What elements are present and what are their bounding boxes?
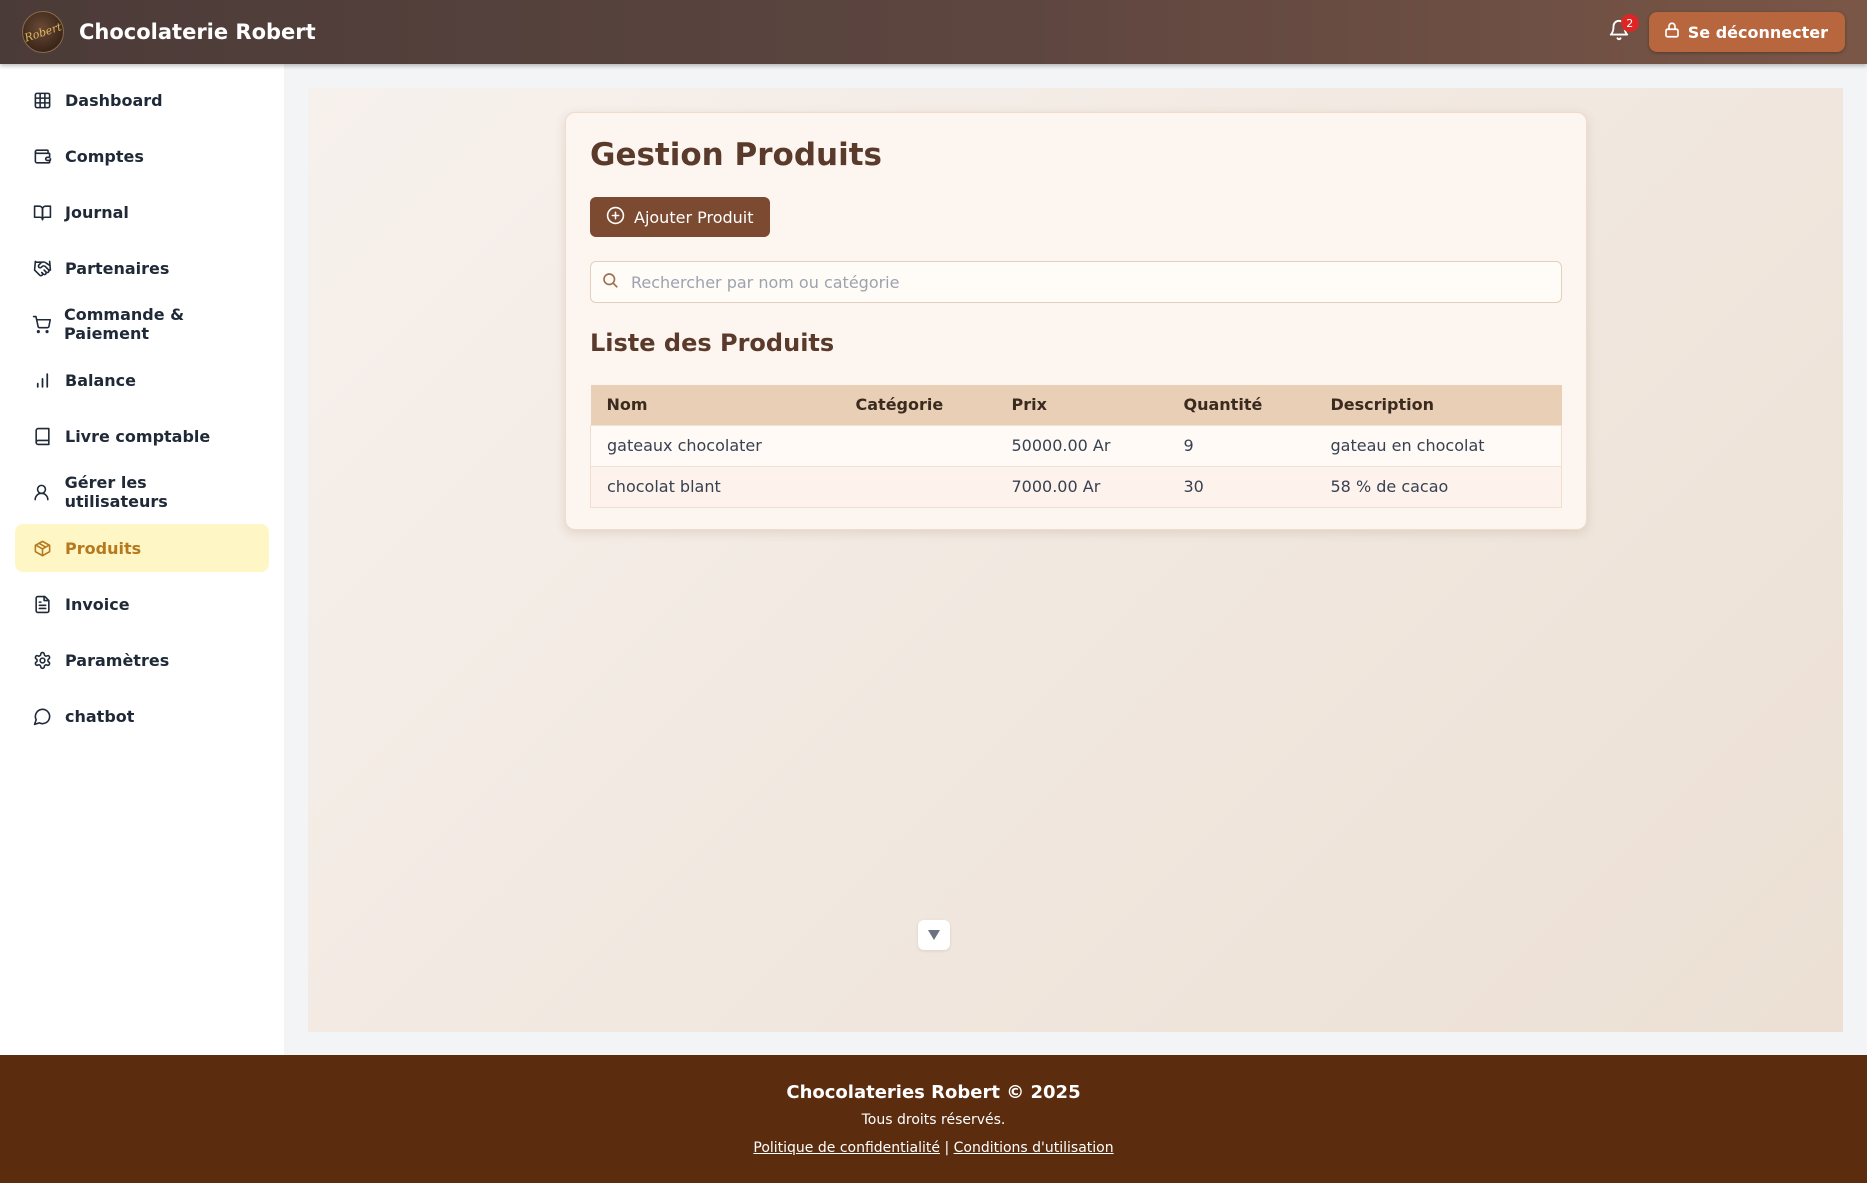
- sidebar-item-invoice[interactable]: Invoice: [15, 580, 269, 628]
- chevron-down-icon: [927, 926, 941, 945]
- sidebar-item-utilisateurs[interactable]: Gérer les utilisateurs: [15, 468, 269, 516]
- grid-icon: [32, 90, 52, 110]
- sidebar-item-commande-paiement[interactable]: Commande & Paiement: [15, 300, 269, 348]
- sidebar-item-comptes[interactable]: Comptes: [15, 132, 269, 180]
- book-open-icon: [32, 202, 52, 222]
- user-icon: [32, 482, 52, 502]
- footer-title: Chocolateries Robert © 2025: [786, 1082, 1081, 1103]
- add-product-button[interactable]: Ajouter Produit: [590, 197, 770, 237]
- sidebar-item-label: Commande & Paiement: [64, 305, 185, 343]
- products-table: Nom Catégorie Prix Quantité Description …: [590, 385, 1562, 508]
- footer-links: Politique de confidentialité | Condition…: [0, 1139, 1867, 1157]
- sidebar-item-label: Paramètres: [65, 650, 170, 670]
- sidebar-item-journal[interactable]: Journal: [15, 188, 269, 236]
- book-icon: [32, 426, 52, 446]
- column-header-quantite[interactable]: Quantité: [1168, 385, 1315, 425]
- cell-prix: 7000.00 Ar: [995, 465, 1168, 507]
- brand-logo[interactable]: Robert: [22, 11, 64, 53]
- sidebar-item-livre-comptable[interactable]: Livre comptable: [15, 412, 269, 460]
- sidebar-item-label: Balance: [65, 370, 136, 390]
- sidebar-item-label: Invoice: [65, 594, 130, 614]
- sidebar-item-partenaires[interactable]: Partenaires: [15, 244, 269, 292]
- footer-rights: Tous droits réservés.: [861, 1112, 1006, 1128]
- file-text-icon: [32, 594, 52, 614]
- bar-chart-icon: [32, 370, 52, 390]
- plus-circle-icon: [606, 206, 625, 229]
- cell-quantite: 30: [1167, 465, 1315, 507]
- sidebar-item-chatbot[interactable]: chatbot: [15, 692, 269, 740]
- logout-label: Se déconnecter: [1687, 22, 1828, 42]
- table-row[interactable]: gateaux chocolater 50000.00 Ar 9 gateau …: [590, 424, 1562, 466]
- sidebar-item-label: Produits: [65, 538, 142, 558]
- privacy-link[interactable]: Politique de confidentialité: [753, 1140, 940, 1156]
- table-row[interactable]: chocolat blant 7000.00 Ar 30 58 % de cac…: [590, 465, 1562, 507]
- column-header-categorie[interactable]: Catégorie: [840, 385, 996, 425]
- sidebar-item-parametres[interactable]: Paramètres: [15, 636, 269, 684]
- cell-prix: 50000.00 Ar: [995, 424, 1168, 466]
- cell-quantite: 9: [1167, 424, 1315, 466]
- column-header-prix[interactable]: Prix: [996, 385, 1168, 425]
- sidebar-item-balance[interactable]: Balance: [15, 356, 269, 404]
- wallet-icon: [32, 146, 52, 166]
- search-input[interactable]: [631, 262, 1561, 302]
- sidebar-item-produits[interactable]: Produits: [15, 524, 269, 572]
- sidebar-item-label: Comptes: [65, 146, 144, 166]
- cell-categorie: [839, 424, 996, 466]
- column-header-nom[interactable]: Nom: [591, 385, 840, 425]
- sidebar-item-label: Journal: [65, 202, 129, 222]
- cell-description: 58 % de cacao: [1314, 465, 1562, 507]
- package-icon: [32, 538, 52, 558]
- search-icon: [601, 271, 619, 293]
- list-title: Liste des Produits: [590, 329, 835, 357]
- sidebar-item-dashboard[interactable]: Dashboard: [15, 76, 269, 124]
- cell-nom: gateaux chocolater: [590, 424, 840, 466]
- top-header: Robert Chocolaterie Robert 2 Se déconnec…: [0, 0, 1867, 64]
- chat-icon: [32, 706, 52, 726]
- header-actions: 2 Se déconnecter: [1601, 12, 1845, 52]
- handshake-icon: [32, 258, 52, 278]
- page-footer: Chocolateries Robert © 2025 Tous droits …: [0, 1055, 1867, 1183]
- sidebar-item-label: Livre comptable: [65, 426, 211, 446]
- column-header-description[interactable]: Description: [1315, 385, 1562, 425]
- products-card: Gestion Produits Ajouter Produit Liste d…: [565, 112, 1587, 530]
- cart-icon: [32, 314, 51, 334]
- cell-categorie: [839, 465, 996, 507]
- search-box: [590, 261, 1562, 303]
- cell-nom: chocolat blant: [590, 465, 840, 507]
- page-title: Gestion Produits: [590, 137, 882, 173]
- add-product-label: Ajouter Produit: [634, 207, 754, 227]
- lock-icon: [1663, 21, 1681, 43]
- sidebar-item-label: Dashboard: [65, 90, 163, 110]
- notification-badge: 2: [1620, 14, 1639, 32]
- sidebar-item-label: Gérer les utilisateurs: [64, 473, 168, 511]
- sidebar-item-label: chatbot: [65, 706, 135, 726]
- table-header-row: Nom Catégorie Prix Quantité Description: [590, 385, 1562, 425]
- scroll-down-button[interactable]: [918, 920, 950, 950]
- sidebar: Dashboard Comptes Journal Partenaires Co…: [0, 64, 284, 1055]
- brand-title: Chocolaterie Robert: [79, 20, 316, 44]
- cell-description: gateau en chocolat: [1314, 424, 1562, 466]
- main-content: Gestion Produits Ajouter Produit Liste d…: [308, 88, 1843, 1032]
- logo-text: Robert: [22, 19, 64, 45]
- logout-button[interactable]: Se déconnecter: [1648, 12, 1845, 52]
- gear-icon: [32, 650, 52, 670]
- sidebar-item-label: Partenaires: [65, 258, 170, 278]
- notifications-button[interactable]: 2: [1601, 14, 1639, 50]
- footer-separator: |: [944, 1140, 950, 1156]
- terms-link[interactable]: Conditions d'utilisation: [954, 1140, 1114, 1156]
